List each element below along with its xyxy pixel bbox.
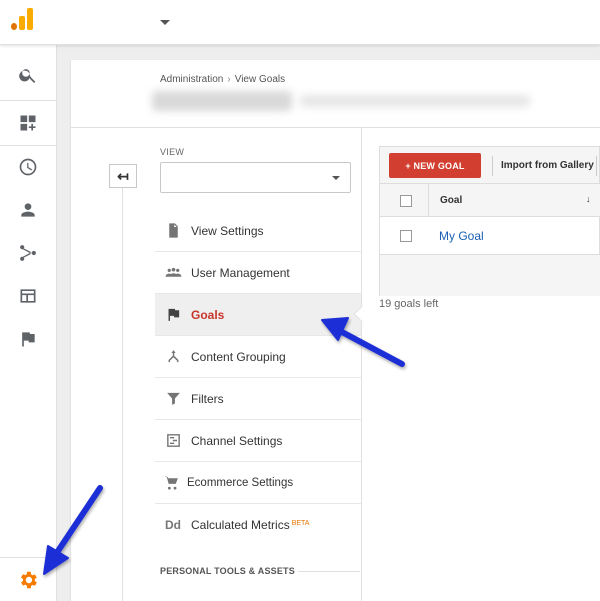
table-row: My Goal — [380, 217, 600, 255]
chevron-down-icon — [332, 176, 340, 180]
personal-tools-section-title: PERSONAL TOOLS & ASSETS — [160, 566, 295, 576]
import-from-gallery-button[interactable]: Import from Gallery — [501, 160, 594, 171]
left-nav-rail — [0, 45, 57, 601]
beta-badge: BETA — [291, 519, 310, 527]
customization-icon[interactable] — [0, 103, 56, 143]
audience-person-icon[interactable] — [0, 190, 56, 230]
top-bar — [0, 0, 600, 45]
breadcrumb-separator: › — [227, 74, 231, 85]
back-arrow-icon: ↤ — [117, 167, 129, 184]
new-goal-button[interactable]: + NEW GOAL — [389, 153, 481, 178]
blurred-property-name — [152, 91, 292, 111]
filter-icon — [155, 390, 191, 407]
menu-item-goals[interactable]: Goals — [155, 294, 371, 336]
search-icon[interactable] — [0, 55, 56, 95]
menu-item-label: Calculated Metrics — [191, 518, 290, 532]
menu-item-label: Content Grouping — [191, 349, 286, 364]
menu-item-channel-settings[interactable]: Channel Settings — [155, 420, 361, 462]
menu-item-label: Ecommerce Settings — [187, 476, 294, 489]
menu-item-label: Filters — [191, 391, 224, 406]
goals-table: Goal ↓ My Goal — [379, 184, 600, 296]
conversions-flag-icon[interactable] — [0, 319, 56, 359]
menu-item-label: View Settings — [191, 223, 264, 238]
acquisition-icon[interactable] — [0, 233, 56, 273]
menu-item-ecommerce-settings[interactable]: Ecommerce Settings — [155, 462, 361, 504]
tree-connector-line — [122, 188, 123, 601]
menu-item-content-grouping[interactable]: Content Grouping — [155, 336, 361, 378]
goal-link[interactable]: My Goal — [439, 229, 484, 243]
view-selector-dropdown[interactable] — [160, 162, 351, 193]
menu-item-user-management[interactable]: User Management — [155, 252, 361, 294]
people-icon — [155, 264, 191, 281]
breadcrumb-administration[interactable]: Administration — [160, 74, 223, 85]
analytics-logo-icon[interactable] — [11, 6, 35, 30]
table-footer — [380, 255, 600, 296]
header-divider — [71, 127, 600, 128]
breadcrumb-view-goals[interactable]: View Goals — [235, 74, 285, 85]
column-divider — [361, 128, 362, 601]
section-divider — [298, 571, 360, 572]
menu-item-label: Channel Settings — [191, 433, 283, 448]
behavior-icon[interactable] — [0, 276, 56, 316]
goals-toolbar: + NEW GOAL Import from Gallery — [379, 146, 600, 184]
document-icon — [155, 222, 191, 239]
cart-icon — [155, 474, 187, 491]
realtime-clock-icon[interactable] — [0, 147, 56, 187]
menu-item-label: Goals — [191, 307, 225, 322]
flag-icon — [155, 306, 191, 323]
menu-item-label: User Management — [191, 265, 290, 280]
view-admin-menu: View Settings User Management Goals Cont… — [155, 210, 371, 546]
account-selector-chevron-down-icon[interactable] — [160, 20, 170, 25]
sort-arrow-icon[interactable]: ↓ — [586, 194, 591, 204]
channel-settings-icon — [155, 432, 191, 449]
row-checkbox[interactable] — [400, 230, 412, 242]
back-arrow-button[interactable]: ↤ — [109, 164, 137, 188]
admin-gear-icon[interactable] — [0, 557, 56, 601]
view-label: VIEW — [160, 147, 185, 157]
dd-icon: Dd — [165, 518, 181, 532]
menu-item-filters[interactable]: Filters — [155, 378, 361, 420]
table-header: Goal ↓ — [380, 184, 600, 217]
menu-item-view-settings[interactable]: View Settings — [155, 210, 361, 252]
menu-item-calculated-metrics[interactable]: Dd Calculated Metrics BETA — [155, 504, 361, 546]
breadcrumb: Administration › View Goals — [160, 74, 285, 85]
goals-remaining-text: 19 goals left — [379, 298, 439, 310]
goal-column-header[interactable]: Goal — [440, 195, 462, 206]
content-grouping-icon — [155, 348, 191, 365]
select-all-checkbox[interactable] — [400, 195, 412, 207]
blurred-account-details — [300, 95, 530, 107]
